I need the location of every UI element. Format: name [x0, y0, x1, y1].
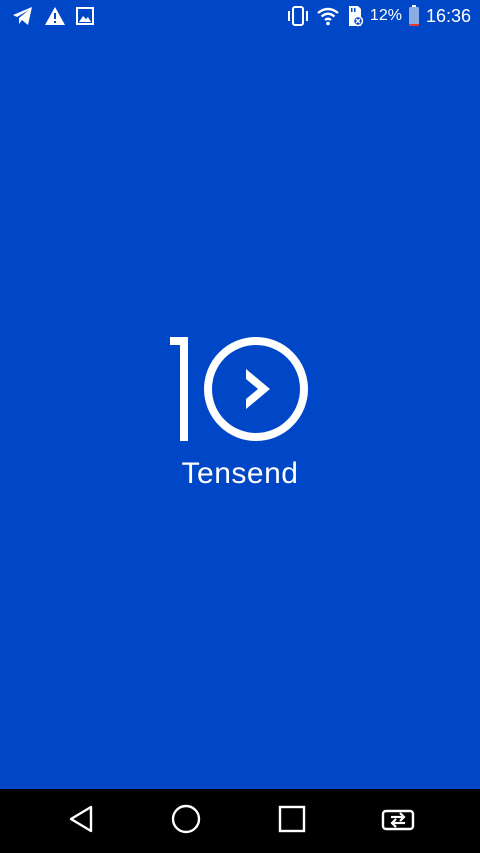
status-bar: 12% 16:36 [0, 0, 480, 34]
battery-icon [408, 5, 420, 27]
telegram-icon [12, 6, 34, 26]
recents-button[interactable] [272, 803, 312, 839]
splash-screen: 12% 16:36 Tensend [0, 0, 480, 853]
recents-icon [277, 804, 307, 839]
back-button[interactable] [62, 803, 102, 839]
battery-percent: 12% [369, 7, 402, 24]
sd-card-icon [346, 5, 364, 27]
vibrate-icon [286, 6, 310, 26]
clock: 16:36 [425, 6, 471, 26]
back-icon [67, 804, 97, 839]
warning-icon [44, 6, 66, 26]
wifi-icon [316, 6, 340, 26]
system-icons: 12% 16:36 [286, 5, 471, 27]
notification-icons [12, 5, 94, 27]
image-icon [76, 7, 94, 25]
home-button[interactable] [166, 803, 206, 839]
switch-app-icon [380, 804, 416, 839]
app-name: Tensend [181, 457, 299, 490]
home-icon [170, 803, 202, 840]
tensend-logo-icon [166, 335, 312, 443]
switch-app-button[interactable] [378, 803, 418, 839]
navigation-bar [0, 789, 480, 853]
